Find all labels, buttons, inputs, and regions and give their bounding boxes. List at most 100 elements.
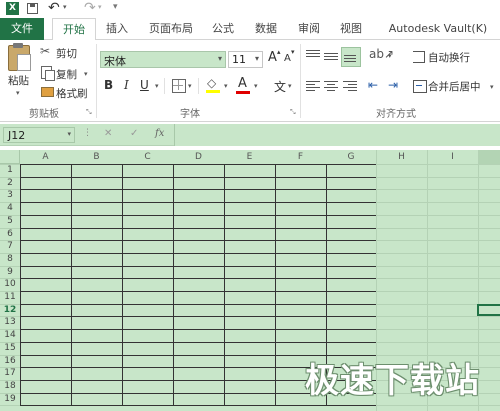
row-header-14[interactable]: 14 <box>0 330 20 341</box>
row-header-2[interactable]: 2 <box>0 178 20 189</box>
column-header-g[interactable]: G <box>326 150 376 164</box>
tab-view[interactable]: 视图 <box>335 18 367 40</box>
insert-function-icon[interactable]: fx <box>155 128 164 139</box>
wrap-text-button[interactable]: 自动换行 <box>428 50 470 65</box>
undo-icon[interactable]: ↶ <box>48 0 60 16</box>
enter-icon[interactable]: ✓ <box>130 128 138 139</box>
column-header-i[interactable]: I <box>427 150 478 164</box>
phonetic-dropdown-icon[interactable]: ▾ <box>288 82 292 90</box>
row-header-1[interactable]: 1 <box>0 165 20 176</box>
format-painter-button[interactable]: 格式刷 <box>56 86 88 101</box>
align-left-icon[interactable] <box>306 81 320 91</box>
active-cell-j12[interactable] <box>477 304 500 316</box>
column-header-b[interactable]: B <box>71 150 122 164</box>
name-box-dropdown-icon[interactable]: ▾ <box>67 130 71 138</box>
row-header-17[interactable]: 17 <box>0 368 20 379</box>
tab-data[interactable]: 数据 <box>250 18 282 40</box>
align-right-icon[interactable] <box>343 81 357 91</box>
grow-font-icon[interactable]: A <box>268 50 277 65</box>
borders-dropdown-icon[interactable]: ▾ <box>188 82 192 90</box>
name-box[interactable]: J12 ▾ <box>3 127 75 143</box>
phonetic-guide-icon[interactable]: 文 <box>274 78 286 95</box>
font-size-dropdown-icon[interactable]: ▾ <box>255 54 259 63</box>
cancel-icon[interactable]: ✕ <box>104 128 112 139</box>
row-header-9[interactable]: 9 <box>0 267 20 278</box>
row-header-19[interactable]: 19 <box>0 394 20 405</box>
copy-icon[interactable] <box>41 66 55 81</box>
cut-button[interactable]: 剪切 <box>56 46 77 61</box>
gridline <box>0 164 20 165</box>
underline-button[interactable]: U <box>140 78 149 92</box>
excel-icon[interactable]: X <box>6 2 19 15</box>
row-header-4[interactable]: 4 <box>0 203 20 214</box>
row-header-15[interactable]: 15 <box>0 343 20 354</box>
row-header-18[interactable]: 18 <box>0 381 20 392</box>
scissors-icon[interactable]: ✂ <box>40 44 50 58</box>
redo-icon[interactable]: ↷ <box>84 0 96 16</box>
row-header-12[interactable]: 12 <box>0 305 20 316</box>
wrap-text-icon[interactable] <box>413 51 425 63</box>
row-header-7[interactable]: 7 <box>0 241 20 252</box>
fill-color-icon[interactable]: ◇ <box>206 76 220 93</box>
align-top-icon[interactable] <box>306 50 320 62</box>
paste-icon[interactable] <box>8 43 31 71</box>
column-header-h[interactable]: H <box>376 150 427 164</box>
row-header-13[interactable]: 13 <box>0 317 20 328</box>
font-name-dropdown-icon[interactable]: ▾ <box>218 54 222 63</box>
fill-color-dropdown-icon[interactable]: ▾ <box>224 82 228 90</box>
column-header-c[interactable]: C <box>122 150 173 164</box>
row-header-16[interactable]: 16 <box>0 356 20 367</box>
save-icon[interactable] <box>27 3 38 14</box>
font-name-box[interactable]: 宋体 ▾ <box>100 51 226 68</box>
tab-file[interactable]: 文件 <box>0 18 44 40</box>
redo-dropdown-icon[interactable]: ▾ <box>98 3 102 11</box>
italic-button[interactable]: I <box>124 78 129 92</box>
copy-button[interactable]: 复制 <box>56 67 77 82</box>
column-header-a[interactable]: A <box>20 150 71 164</box>
tab-autodesk-vault[interactable]: Autodesk Vault(K) <box>376 18 500 40</box>
tab-formulas[interactable]: 公式 <box>207 18 239 40</box>
formula-input[interactable] <box>174 124 500 146</box>
merge-center-button[interactable]: 合并后居中 <box>428 79 481 94</box>
align-center-icon[interactable] <box>324 81 338 91</box>
tab-insert[interactable]: 插入 <box>101 18 133 40</box>
copy-dropdown-icon[interactable]: ▾ <box>84 70 88 78</box>
font-separator <box>198 78 199 94</box>
align-middle-icon[interactable] <box>324 50 338 62</box>
font-size-box[interactable]: 11 ▾ <box>228 51 263 68</box>
ribbon: 粘贴 ▾ ✂ 剪切 复制 ▾ 格式刷 剪贴板 ⤡ 宋体 ▾ 11 ▾ A ▴ A… <box>0 40 500 122</box>
merge-center-icon[interactable] <box>413 80 427 93</box>
font-color-dropdown-icon[interactable]: ▾ <box>254 82 258 90</box>
row-header-3[interactable]: 3 <box>0 190 20 201</box>
orientation-dropdown-icon[interactable]: ▾ <box>388 52 392 60</box>
row-header-6[interactable]: 6 <box>0 229 20 240</box>
shrink-font-icon[interactable]: A <box>284 53 291 64</box>
column-header-f[interactable]: F <box>275 150 326 164</box>
paste-button[interactable]: 粘贴 <box>8 73 29 88</box>
format-painter-icon[interactable] <box>41 87 54 97</box>
tab-review[interactable]: 审阅 <box>293 18 325 40</box>
bold-button[interactable]: B <box>104 78 113 92</box>
column-header-d[interactable]: D <box>173 150 224 164</box>
row-header-11[interactable]: 11 <box>0 292 20 303</box>
select-all-corner[interactable] <box>0 150 20 164</box>
column-header-j[interactable] <box>478 150 500 164</box>
font-launcher-icon[interactable]: ⤡ <box>290 108 296 117</box>
increase-indent-icon[interactable]: ⇥ <box>388 78 398 92</box>
customize-toolbar-icon[interactable]: ▾ <box>113 2 118 12</box>
merge-dropdown-icon[interactable]: ▾ <box>490 83 494 91</box>
row-header-10[interactable]: 10 <box>0 279 20 290</box>
underline-dropdown-icon[interactable]: ▾ <box>155 82 159 90</box>
borders-icon[interactable] <box>172 79 186 93</box>
formula-bar-grip-icon[interactable]: ⋮ <box>83 128 92 138</box>
decrease-indent-icon[interactable]: ⇤ <box>368 78 378 92</box>
paste-dropdown-icon[interactable]: ▾ <box>16 89 20 97</box>
clipboard-launcher-icon[interactable]: ⤡ <box>86 108 92 117</box>
row-header-5[interactable]: 5 <box>0 216 20 227</box>
font-color-icon[interactable]: A <box>236 76 250 94</box>
row-header-8[interactable]: 8 <box>0 254 20 265</box>
undo-dropdown-icon[interactable]: ▾ <box>63 3 67 11</box>
tab-page-layout[interactable]: 页面布局 <box>143 18 199 40</box>
align-bottom-icon[interactable] <box>341 47 361 67</box>
column-header-e[interactable]: E <box>224 150 275 164</box>
